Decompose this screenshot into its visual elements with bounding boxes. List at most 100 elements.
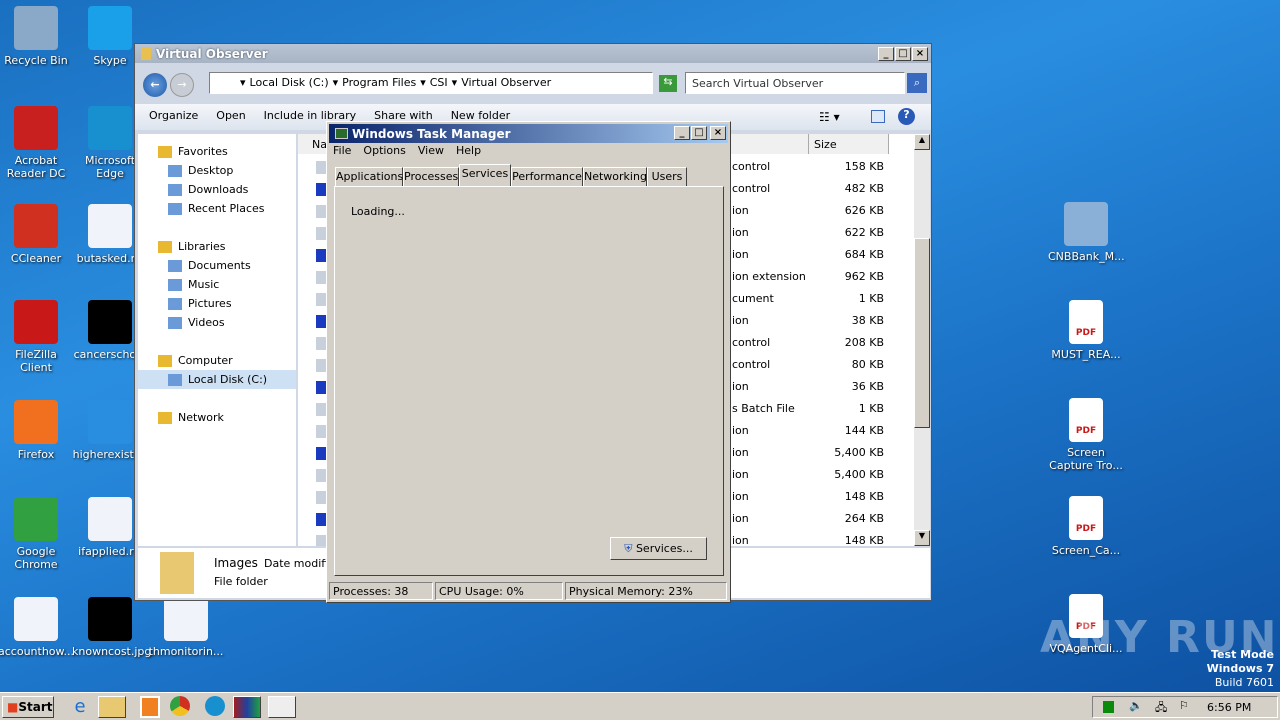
nav-label: Network bbox=[178, 411, 224, 424]
desktop-icon-label: Recycle Bin bbox=[4, 54, 68, 67]
file-type: control bbox=[732, 336, 771, 349]
test-mode-line: Windows 7 bbox=[1206, 662, 1274, 675]
breadcrumb-chevron-icon[interactable]: ▾ bbox=[240, 76, 246, 93]
task-manager-taskbar-button[interactable] bbox=[268, 696, 296, 718]
file-type: cument bbox=[732, 292, 774, 305]
nav-item[interactable]: Local Disk (C:) bbox=[138, 370, 296, 389]
explorer-titlebar[interactable]: Virtual Observer bbox=[135, 44, 931, 63]
preview-pane-icon[interactable] bbox=[871, 110, 885, 123]
desktop-icon-right-1[interactable]: PDF MUST_REA... bbox=[1048, 300, 1124, 361]
network-icon[interactable]: 🖧 bbox=[1155, 699, 1167, 718]
file-size: 622 KB bbox=[844, 226, 884, 239]
breadcrumb-item[interactable]: Local Disk (C:) bbox=[250, 76, 329, 93]
nav-item[interactable]: Computer bbox=[138, 351, 296, 370]
desktop-icon-label: CCleaner bbox=[10, 252, 62, 265]
firefox-icon bbox=[14, 400, 58, 444]
search-input[interactable]: Search Virtual Observer bbox=[685, 72, 905, 94]
menu-view[interactable]: View bbox=[418, 144, 444, 157]
file-size: 1 KB bbox=[858, 402, 884, 415]
tm-maximize-button[interactable]: □ bbox=[691, 126, 707, 140]
tab-performance[interactable]: Performance bbox=[511, 167, 583, 186]
winrar-taskbar-icon[interactable] bbox=[233, 696, 261, 718]
breadcrumb-chevron-icon[interactable]: ▾ bbox=[452, 76, 458, 93]
status-cpu: CPU Usage: 0% bbox=[435, 582, 563, 600]
ie-taskbar-icon[interactable]: e bbox=[66, 696, 94, 718]
column-header-size[interactable]: Size bbox=[809, 134, 889, 154]
help-icon[interactable]: ? bbox=[898, 108, 915, 125]
services-button[interactable]: ⛨ Services... bbox=[610, 537, 707, 560]
nav-item[interactable]: Downloads bbox=[138, 180, 296, 199]
desktop-icon-left-6[interactable]: accounthow... bbox=[0, 597, 74, 658]
breadcrumb-item[interactable]: Program Files bbox=[342, 76, 416, 93]
clock[interactable]: 6:56 PM bbox=[1207, 701, 1251, 714]
desktop-icon-right-3[interactable]: PDF Screen_Ca... bbox=[1048, 496, 1124, 557]
nav-label: Videos bbox=[188, 316, 225, 329]
task-manager-icon bbox=[335, 128, 348, 139]
refresh-button[interactable]: ⇆ bbox=[659, 75, 677, 92]
desktop-icon-left-2[interactable]: CCleaner bbox=[0, 204, 74, 265]
toolbar-open-button[interactable]: Open bbox=[216, 109, 245, 125]
breadcrumb-item[interactable]: Virtual Observer bbox=[461, 76, 551, 93]
breadcrumb-item[interactable]: CSI bbox=[430, 76, 448, 93]
explorer-taskbar-icon[interactable] bbox=[98, 696, 126, 718]
tab-services[interactable]: Services bbox=[459, 164, 511, 186]
nav-item[interactable]: Videos bbox=[138, 313, 296, 332]
view-options-icon[interactable]: ☷ ▾ bbox=[819, 110, 840, 124]
desktop-icon-left-3[interactable]: FileZilla Client bbox=[0, 300, 74, 374]
desktop-icon-left-4[interactable]: Firefox bbox=[0, 400, 74, 461]
media-player-taskbar-icon[interactable] bbox=[140, 696, 160, 718]
menu-help[interactable]: Help bbox=[456, 144, 481, 157]
edge-taskbar-icon[interactable] bbox=[205, 696, 225, 716]
address-bar[interactable]: ▾ Local Disk (C:) ▾ Program Files ▾ CSI ▾ Virtu… bbox=[209, 72, 653, 94]
vertical-scrollbar[interactable]: ▲ ▼ bbox=[914, 134, 930, 546]
windows-logo-icon: ■ bbox=[7, 700, 19, 714]
action-center-flag-icon[interactable]: ⚐ bbox=[1179, 699, 1189, 712]
services-button-label: Services... bbox=[635, 542, 693, 555]
nav-item[interactable]: Favorites bbox=[138, 142, 296, 161]
nav-item[interactable]: Music bbox=[138, 275, 296, 294]
menu-options[interactable]: Options bbox=[363, 144, 405, 157]
breadcrumb-chevron-icon[interactable]: ▾ bbox=[333, 76, 339, 93]
nav-icon bbox=[168, 298, 182, 310]
start-button[interactable]: ■Start bbox=[2, 696, 54, 718]
nav-icon bbox=[158, 241, 172, 253]
desktop-icon-right-0[interactable]: CNBBank_M... bbox=[1048, 202, 1125, 263]
forward-button[interactable]: → bbox=[170, 73, 194, 97]
menu-file[interactable]: File bbox=[333, 144, 351, 157]
tab-applications[interactable]: Applications bbox=[335, 167, 403, 186]
tab-networking[interactable]: Networking bbox=[583, 167, 647, 186]
desktop-icon-second-6[interactable]: knowncost.jpg bbox=[72, 597, 151, 658]
chrome-taskbar-icon[interactable] bbox=[170, 696, 190, 716]
task-manager-titlebar[interactable]: Windows Task Manager bbox=[329, 124, 728, 143]
minimize-button[interactable]: _ bbox=[878, 47, 894, 61]
nav-item[interactable]: Desktop bbox=[138, 161, 296, 180]
search-icon[interactable]: ⌕ bbox=[907, 73, 927, 93]
nav-item[interactable]: Pictures bbox=[138, 294, 296, 313]
nav-item[interactable]: Libraries bbox=[138, 237, 296, 256]
maximize-button[interactable]: □ bbox=[895, 47, 911, 61]
tab-users[interactable]: Users bbox=[647, 167, 687, 186]
volume-icon[interactable]: 🔈 bbox=[1129, 699, 1143, 712]
toolbar-organize-button[interactable]: Organize bbox=[149, 109, 198, 125]
nav-item[interactable]: Network bbox=[138, 408, 296, 427]
nav-label: Downloads bbox=[188, 183, 249, 196]
tm-minimize-button[interactable]: _ bbox=[674, 126, 690, 140]
desktop-icon-extra[interactable]: thmonitorin... bbox=[148, 597, 224, 658]
nav-icon bbox=[168, 165, 182, 177]
menu-bar: File Options View Help bbox=[333, 144, 481, 157]
tm-close-button[interactable]: × bbox=[710, 126, 726, 140]
shield-icon: ⛨ bbox=[624, 542, 633, 555]
desktop-icon-left-5[interactable]: Google Chrome bbox=[0, 497, 74, 571]
nav-label: Desktop bbox=[188, 164, 234, 177]
nav-item[interactable]: Recent Places bbox=[138, 199, 296, 218]
desktop-icon-left-0[interactable]: Recycle Bin bbox=[0, 6, 74, 67]
desktop-icon-left-1[interactable]: Acrobat Reader DC bbox=[0, 106, 74, 180]
nav-item[interactable]: Documents bbox=[138, 256, 296, 275]
desktop-icon-right-2[interactable]: PDF Screen Capture Tro... bbox=[1048, 398, 1124, 472]
nav-label: Documents bbox=[188, 259, 251, 272]
file-size: 962 KB bbox=[844, 270, 884, 283]
tab-processes[interactable]: Processes bbox=[403, 167, 459, 186]
close-button[interactable]: × bbox=[912, 47, 928, 61]
breadcrumb-chevron-icon[interactable]: ▾ bbox=[420, 76, 426, 93]
back-button[interactable]: ← bbox=[143, 73, 167, 97]
